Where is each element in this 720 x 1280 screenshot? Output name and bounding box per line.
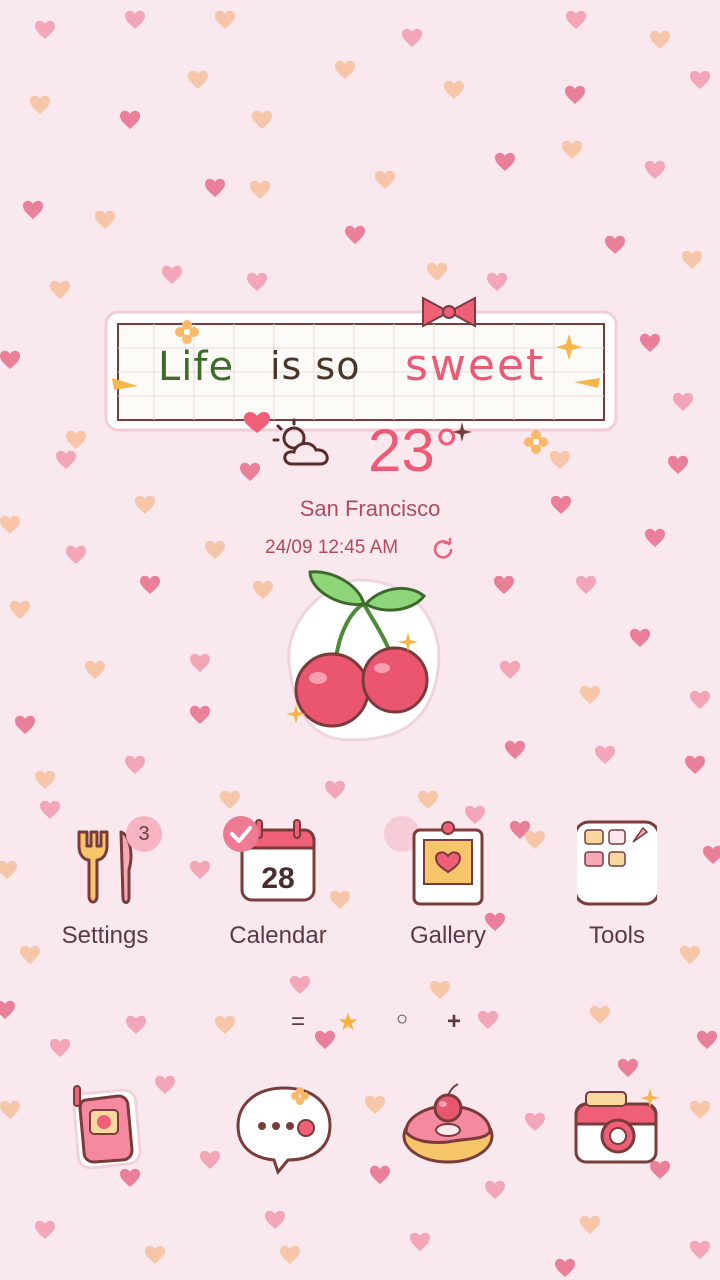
message-bubble-icon bbox=[236, 1086, 332, 1176]
notification-badge: 3 bbox=[126, 816, 162, 852]
refresh-icon[interactable] bbox=[432, 538, 454, 560]
app-gallery[interactable]: Gallery bbox=[383, 812, 513, 962]
dock-phone[interactable] bbox=[52, 1080, 152, 1175]
banner-word-is-so: is so bbox=[270, 344, 361, 388]
temperature[interactable]: 23° bbox=[368, 416, 459, 485]
page-indicator: = ★ ○ + bbox=[0, 1008, 720, 1038]
checkmark-icon bbox=[223, 816, 259, 852]
camera-icon bbox=[574, 1088, 660, 1164]
page-dot-icon[interactable]: ○ bbox=[390, 1008, 414, 1034]
phone-icon bbox=[72, 1085, 142, 1170]
app-tools[interactable]: Tools bbox=[552, 812, 682, 962]
add-page-icon[interactable]: + bbox=[442, 1008, 466, 1035]
menu-icon[interactable]: = bbox=[286, 1008, 310, 1035]
folder-icon bbox=[577, 820, 657, 906]
calendar-date: 28 bbox=[261, 862, 294, 895]
dock-camera[interactable] bbox=[568, 1080, 668, 1175]
date-time: 24/09 12:45 AM bbox=[265, 537, 399, 558]
dock-messages[interactable] bbox=[234, 1080, 334, 1176]
cherry-sticker bbox=[286, 570, 441, 742]
app-label-settings: Settings bbox=[61, 922, 149, 949]
app-label-tools: Tools bbox=[588, 922, 646, 949]
home-star-icon[interactable]: ★ bbox=[336, 1008, 360, 1036]
app-label-gallery: Gallery bbox=[409, 922, 487, 949]
city-name[interactable]: San Francisco bbox=[0, 496, 720, 522]
app-label-calendar: Calendar bbox=[229, 922, 327, 949]
photo-frame-icon bbox=[412, 821, 484, 906]
cloudy-sun-icon[interactable] bbox=[270, 418, 340, 474]
donut-icon bbox=[402, 1083, 494, 1164]
banner-word-sweet: sweet bbox=[405, 340, 546, 391]
dock-donut[interactable] bbox=[398, 1080, 498, 1175]
banner-title: Life is so sweet bbox=[0, 330, 720, 420]
banner-word-life: Life bbox=[158, 344, 235, 390]
